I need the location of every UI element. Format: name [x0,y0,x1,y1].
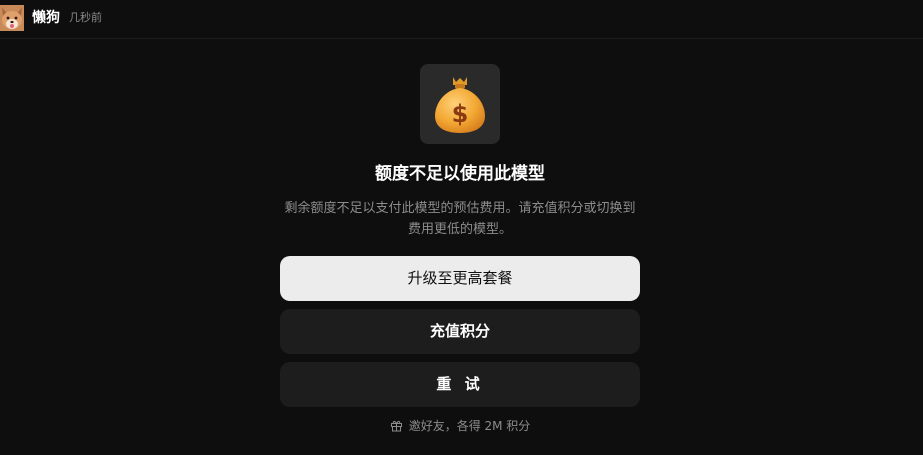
gift-icon [390,419,403,432]
invite-text: 邀好友，各得 2M 积分 [408,418,531,433]
message-timestamp: 几秒前 [69,11,102,24]
dialog-title: 额度不足以使用此模型 [375,164,545,184]
upgrade-plan-button[interactable]: 升级至更高套餐 [280,256,640,301]
user-avatar[interactable] [0,5,24,31]
shiba-dog-avatar-icon [0,5,24,31]
money-bag-icon: $ [420,64,500,144]
username: 懒狗 [32,10,60,26]
recharge-credits-button[interactable]: 充值积分 [280,309,640,354]
retry-button[interactable]: 重 试 [280,362,640,407]
svg-text:$: $ [452,100,469,128]
invite-friends-link[interactable]: 邀好友，各得 2M 积分 [280,416,640,434]
message-header: 懒狗 几秒前 [0,0,923,39]
dialog-description: 剩余额度不足以支付此模型的预估费用。请充值积分或切换到费用更低的模型。 [284,201,636,237]
